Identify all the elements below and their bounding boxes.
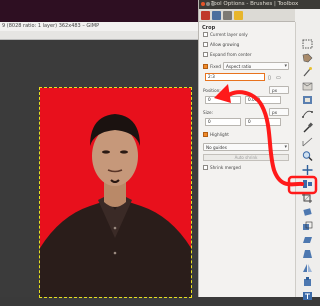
paths-tool-icon[interactable] <box>301 105 314 118</box>
tab-brushes-icon[interactable] <box>223 10 232 20</box>
position-y-input[interactable]: 0.000 <box>245 96 281 104</box>
auto-shrink-button[interactable]: Auto shrink <box>203 154 289 161</box>
shear-tool-icon[interactable] <box>301 231 314 243</box>
rotate-tool-icon[interactable] <box>301 203 314 216</box>
size-unit-value: px <box>272 110 278 115</box>
tool-options-panel: Crop Current layer only Allow growing Ex… <box>199 22 296 297</box>
section-title: Crop <box>202 25 216 31</box>
scale-tool-icon[interactable] <box>301 217 314 230</box>
crop-tool-icon[interactable] <box>301 189 314 203</box>
text-tool-icon[interactable] <box>301 287 314 300</box>
foreground-select-tool-icon[interactable] <box>301 91 314 104</box>
current-layer-only-label: Current layer only <box>210 32 248 37</box>
allow-growing-checkbox[interactable] <box>203 42 208 47</box>
fixed-label: Fixed <box>210 64 221 69</box>
allow-growing-label: Allow growing <box>210 42 240 47</box>
guides-select[interactable]: No guides ▾ <box>203 143 289 151</box>
minimize-icon[interactable] <box>206 2 210 6</box>
color-picker-tool-icon[interactable] <box>301 119 314 133</box>
tab-tool-options-icon[interactable] <box>201 10 210 20</box>
toolbox <box>296 22 320 300</box>
highlight-checkbox[interactable] <box>203 132 208 137</box>
close-icon[interactable] <box>201 2 205 6</box>
fuzzy-select-tool-icon[interactable] <box>301 63 314 77</box>
size-width-input[interactable]: 0 <box>205 118 241 126</box>
scissors-select-tool-icon[interactable] <box>301 77 314 91</box>
measure-tool-icon[interactable] <box>301 133 314 147</box>
rect-select-tool-icon[interactable] <box>301 35 314 49</box>
window-controls <box>201 2 215 6</box>
flip-tool-icon[interactable] <box>301 259 314 272</box>
canvas-title-bar: 9 (8028 ratio: 1 layer) 362x483 – GIMP <box>0 22 198 31</box>
maximize-icon[interactable] <box>211 2 215 6</box>
aspect-ratio-input[interactable]: 2:3 <box>205 73 265 81</box>
expand-from-center-label: Expand from center <box>210 52 252 57</box>
horizontal-ruler[interactable] <box>0 31 198 40</box>
perspective-tool-icon[interactable] <box>301 245 314 258</box>
position-x-input[interactable]: 0 <box>205 96 241 104</box>
chevron-down-icon: ▾ <box>284 63 287 69</box>
expand-from-center-checkbox[interactable] <box>203 52 208 57</box>
position-unit-select[interactable]: px <box>269 86 289 94</box>
shrink-merged-checkbox[interactable] <box>203 165 208 170</box>
free-select-tool-icon[interactable] <box>301 49 314 63</box>
position-label: Position: <box>203 88 221 93</box>
guides-value: No guides <box>206 145 227 150</box>
landscape-orientation-icon[interactable]: ▭ <box>276 75 281 81</box>
size-unit-select[interactable]: px <box>269 108 289 116</box>
size-height-input[interactable]: 0 <box>245 118 281 126</box>
shrink-merged-label: Shrink merged <box>210 165 241 170</box>
photo-image-canvas[interactable] <box>39 87 192 298</box>
portrait-orientation-icon[interactable]: ▯ <box>268 75 271 81</box>
highlight-label: Highlight <box>210 132 229 137</box>
tab-patterns-icon[interactable] <box>234 10 243 20</box>
zoom-tool-icon[interactable] <box>301 147 314 161</box>
size-label: Size: <box>203 110 214 115</box>
tab-layers-icon[interactable] <box>212 10 221 20</box>
align-tool-icon[interactable] <box>301 175 314 188</box>
fixed-checkbox[interactable] <box>203 64 208 69</box>
cage-transform-tool-icon[interactable] <box>301 273 314 286</box>
move-tool-icon[interactable] <box>301 161 314 175</box>
chevron-down-icon: ▾ <box>284 144 287 150</box>
tool-options-dock: Tool Options - Brushes | Toolbox Crop Cu… <box>198 0 320 300</box>
dock-title-bar: Tool Options - Brushes | Toolbox <box>199 0 320 9</box>
fixed-mode-value: Aspect ratio <box>226 64 252 69</box>
current-layer-only-checkbox[interactable] <box>203 32 208 37</box>
dock-tab-bar <box>199 9 295 22</box>
position-unit-value: px <box>272 88 278 93</box>
portrait-photo <box>40 88 191 297</box>
fixed-mode-select[interactable]: Aspect ratio ▾ <box>223 62 289 70</box>
